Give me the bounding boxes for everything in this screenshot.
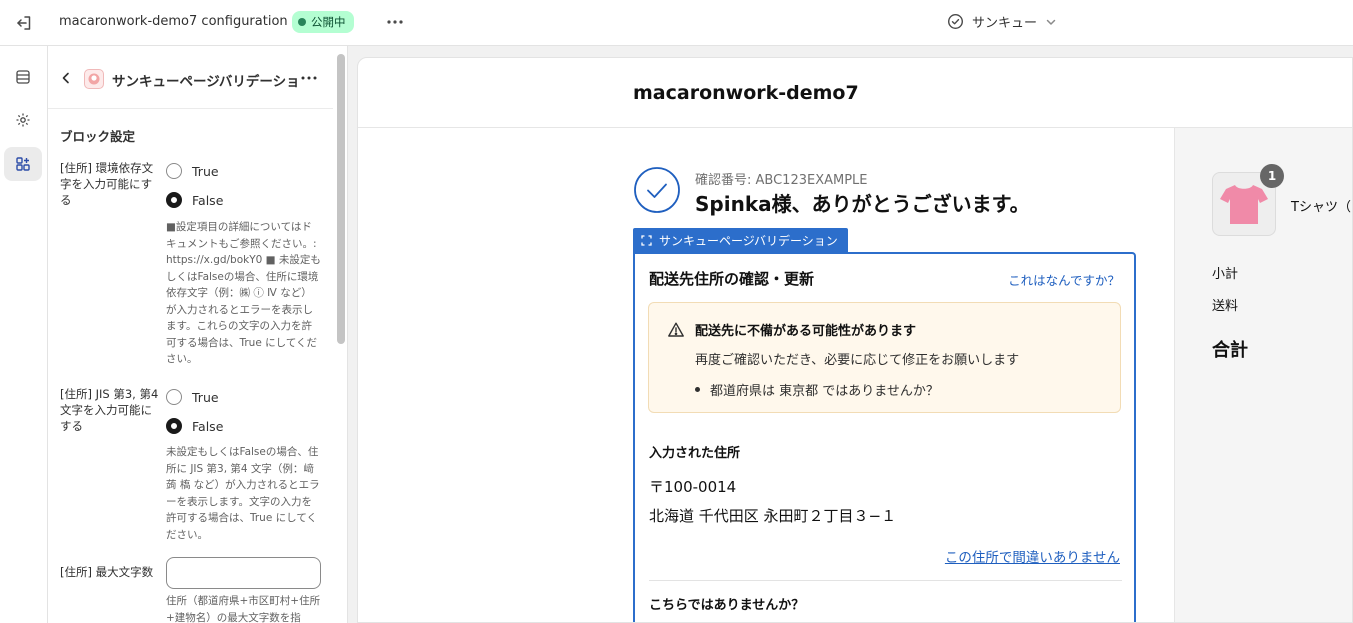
alternatives-title: こちらではありませんか？ — [649, 598, 805, 613]
warning-banner: 配送先に不備がある可能性があります 再度ご確認いただき、必要に応じて修正をお願い… — [648, 302, 1121, 413]
status-badge: 公開中 — [292, 11, 354, 33]
thanks-heading: Spinka様、ありがとうございます。 — [695, 192, 1030, 216]
sections-icon — [16, 70, 30, 84]
page-selector[interactable]: サンキュー — [947, 12, 1057, 31]
radio-circle-checked — [166, 192, 182, 208]
tshirt-icon — [1220, 185, 1268, 224]
exit-icon[interactable] — [14, 13, 34, 33]
warning-icon — [667, 321, 685, 339]
radio-env-chars-false[interactable]: False — [166, 192, 223, 208]
radio-label: True — [192, 163, 219, 179]
radio-jis-chars-false[interactable]: False — [166, 418, 223, 434]
gear-icon — [16, 113, 30, 127]
extension-tag-label: サンキューページバリデーション — [659, 233, 838, 248]
subtotal-label: 小計 — [1212, 267, 1239, 282]
panel-header: サンキューページバリデーション — [48, 46, 333, 109]
extension-tag[interactable]: サンキューページバリデーション — [633, 228, 848, 252]
radio-jis-chars-true[interactable]: True — [166, 389, 219, 405]
radio-circle-checked — [166, 418, 182, 434]
back-icon[interactable] — [58, 70, 74, 86]
radio-label: False — [192, 418, 224, 434]
app-logo-icon — [84, 69, 104, 89]
settings-panel: サンキューページバリデーション ブロック設定 [住所] 環境依存文字を入力可能に… — [48, 46, 348, 623]
rail-settings-button[interactable] — [4, 103, 42, 137]
radio-label: True — [192, 389, 219, 405]
help-link[interactable]: これはなんですか？ — [1008, 270, 1120, 289]
warning-title: 配送先に不備がある可能性があります — [695, 324, 917, 339]
total-label: 合計 — [1212, 340, 1248, 361]
confirm-address-link[interactable]: この住所で間違いありません — [945, 546, 1120, 566]
help-text-jis-chars: 未設定もしくはFalseの場合、住所に JIS 第3, 第4 文字（例：﨑 蒟 … — [166, 446, 320, 541]
status-dot — [298, 18, 306, 26]
rail-sections-button[interactable] — [4, 60, 42, 94]
radio-circle — [166, 163, 182, 179]
panel-more-icon[interactable] — [300, 70, 318, 86]
bullet-dot — [695, 387, 700, 392]
panel-scrollbar[interactable] — [337, 54, 345, 344]
quantity-badge: 1 — [1260, 164, 1284, 188]
rail-apps-button[interactable] — [4, 147, 42, 181]
panel-title: サンキューページバリデーション — [112, 74, 298, 90]
page-selector-label: サンキュー — [972, 16, 1038, 31]
field-label-jis-chars: [住所] JIS 第3, 第4 文字を入力可能にする — [60, 387, 159, 433]
help-text-max-length: 住所（都道府県+市区町村+住所+建物名）の最大文字数を指 — [166, 595, 321, 623]
radio-env-chars-true[interactable]: True — [166, 163, 219, 179]
top-bar: macaronwork-demo7 configuration 公開中 サンキュ… — [0, 0, 1353, 46]
chevron-down-icon — [1046, 19, 1056, 25]
more-actions-icon[interactable] — [385, 12, 405, 32]
card-title: 配送先住所の確認・更新 — [649, 270, 815, 288]
postal-code: 〒100-0014 — [649, 478, 737, 496]
radio-label: False — [192, 192, 224, 208]
status-label: 公開中 — [311, 15, 346, 29]
apps-icon — [16, 157, 30, 171]
field-label-max-length: [住所] 最大文字数 — [60, 565, 154, 579]
warning-body: 再度ご確認いただき、必要に応じて修正をお願いします — [695, 353, 1020, 368]
confirmation-number: 確認番号: ABC123EXAMPLE — [695, 173, 868, 188]
check-circle-icon — [947, 13, 964, 30]
max-length-input[interactable] — [166, 557, 321, 589]
address-line: 北海道 千代田区 永田町２丁目３−１ — [649, 507, 897, 525]
focus-frame-icon — [641, 234, 652, 246]
divider — [649, 580, 1122, 581]
order-confirmed-icon — [633, 166, 681, 214]
entered-address-title: 入力された住所 — [649, 446, 741, 461]
warning-bullet-text: 都道府県は 東京都 ではありませんか？ — [710, 384, 939, 399]
warning-bullet: 都道府県は 東京都 ではありませんか？ — [695, 380, 939, 399]
radio-circle — [166, 389, 182, 405]
left-rail — [0, 46, 48, 623]
address-validation-card: 配送先住所の確認・更新 これはなんですか？ 配送先に不備がある可能性があります … — [633, 252, 1136, 622]
shipping-label: 送料 — [1212, 299, 1239, 314]
field-label-env-chars: [住所] 環境依存文字を入力可能にする — [60, 161, 154, 207]
checkout-preview: macaronwork-demo7 確認番号: ABC123EXAMPLE Sp… — [357, 57, 1353, 623]
product-name: Tシャツ（ — [1291, 200, 1351, 215]
section-title: ブロック設定 — [60, 129, 136, 144]
app-title: macaronwork-demo7 configuration — [59, 14, 288, 29]
shop-header: macaronwork-demo7 — [358, 58, 1352, 128]
help-text-env-chars: ■設定項目の詳細についてはドキュメントもご参照ください。: https://x.… — [166, 221, 321, 365]
shop-name: macaronwork-demo7 — [633, 82, 859, 104]
